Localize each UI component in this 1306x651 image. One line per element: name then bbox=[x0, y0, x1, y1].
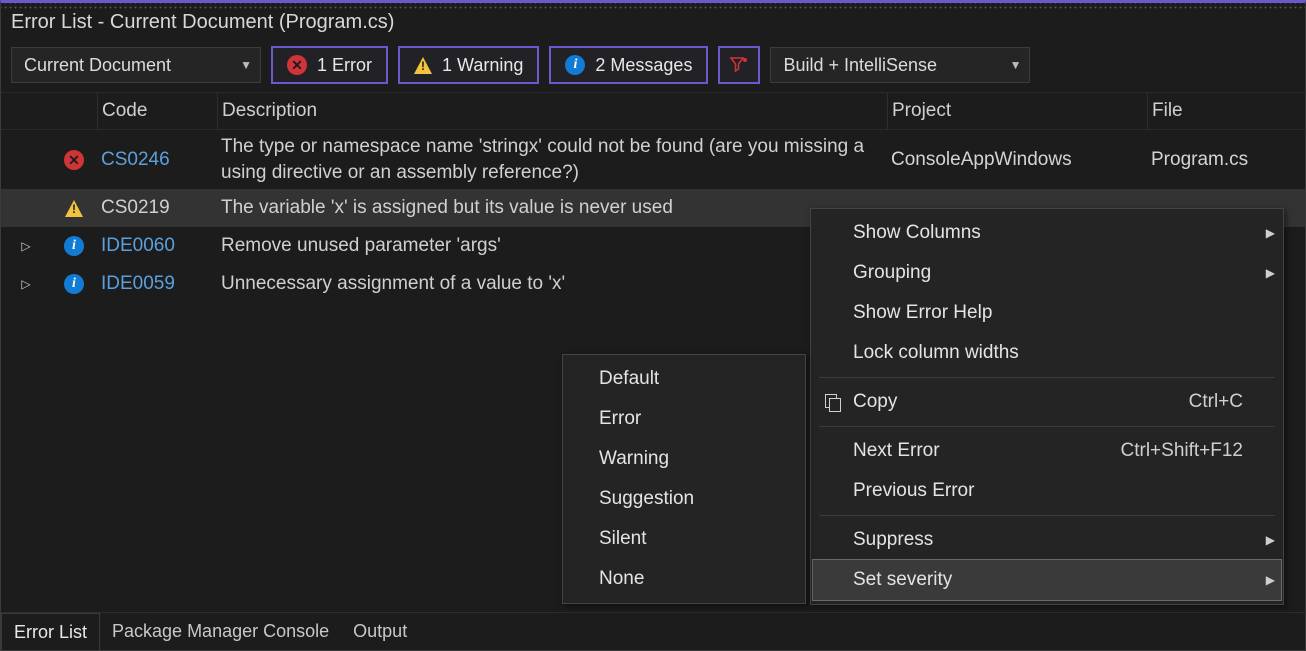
table-header: Code Description Project File bbox=[1, 92, 1305, 130]
menu-item-copy[interactable]: CopyCtrl+C bbox=[813, 382, 1281, 422]
info-icon: i bbox=[51, 236, 97, 256]
chevron-down-icon: ▼ bbox=[1010, 58, 1022, 72]
menu-separator bbox=[819, 515, 1275, 516]
source-combo[interactable]: Build + IntelliSense ▼ bbox=[770, 47, 1030, 83]
copy-icon bbox=[813, 394, 853, 410]
severity-option-none[interactable]: None bbox=[565, 559, 803, 599]
severity-submenu: Default Error Warning Suggestion Silent None bbox=[562, 354, 806, 604]
info-icon: i bbox=[51, 274, 97, 294]
menu-item-label: Show Columns bbox=[853, 222, 1243, 244]
menu-item-set-severity[interactable]: Set severity ▶ bbox=[813, 560, 1281, 600]
row-description: Unnecessary assignment of a value to 'x' bbox=[217, 271, 887, 297]
tab-output[interactable]: Output bbox=[341, 613, 419, 650]
menu-item-lock-column-widths[interactable]: Lock column widths bbox=[813, 333, 1281, 373]
window-title: Error List - Current Document (Program.c… bbox=[1, 9, 1305, 38]
scope-combo-label: Current Document bbox=[24, 55, 171, 76]
menu-item-label: Silent bbox=[599, 528, 797, 550]
tab-error-list[interactable]: Error List bbox=[1, 613, 100, 650]
column-code[interactable]: Code bbox=[97, 93, 217, 129]
severity-option-error[interactable]: Error bbox=[565, 399, 803, 439]
menu-item-next-error[interactable]: Next ErrorCtrl+Shift+F12 bbox=[813, 431, 1281, 471]
messages-filter-label: 2 Messages bbox=[595, 55, 692, 76]
severity-option-suggestion[interactable]: Suggestion bbox=[565, 479, 803, 519]
errors-filter-button[interactable]: ✕ 1 Error bbox=[271, 46, 388, 84]
row-code[interactable]: IDE0060 bbox=[97, 235, 217, 257]
warning-icon bbox=[51, 200, 97, 217]
row-file: Program.cs bbox=[1147, 149, 1306, 171]
menu-item-previous-error[interactable]: Previous Error bbox=[813, 471, 1281, 511]
warnings-filter-label: 1 Warning bbox=[442, 55, 523, 76]
menu-item-shortcut: Ctrl+Shift+F12 bbox=[1121, 440, 1254, 462]
error-icon: ✕ bbox=[51, 150, 97, 170]
menu-item-label: Set severity bbox=[853, 569, 1243, 591]
bottom-tabs: Error List Package Manager Console Outpu… bbox=[1, 612, 1305, 650]
messages-filter-button[interactable]: i 2 Messages bbox=[549, 46, 708, 84]
scope-combo[interactable]: Current Document ▼ bbox=[11, 47, 261, 83]
info-icon: i bbox=[565, 55, 585, 75]
menu-item-label: Suppress bbox=[853, 529, 1243, 551]
row-project: ConsoleAppWindows bbox=[887, 149, 1147, 171]
row-description: The type or namespace name 'stringx' cou… bbox=[217, 134, 887, 185]
error-icon: ✕ bbox=[287, 55, 307, 75]
menu-item-label: Show Error Help bbox=[853, 302, 1243, 324]
row-description: Remove unused parameter 'args' bbox=[217, 233, 887, 259]
context-menu: Show Columns ▶ Grouping ▶ Show Error Help Loc… bbox=[810, 208, 1284, 605]
table-row[interactable]: ✕CS0246The type or namespace name 'strin… bbox=[1, 130, 1305, 189]
warnings-filter-button[interactable]: 1 Warning bbox=[398, 46, 539, 84]
source-combo-label: Build + IntelliSense bbox=[783, 55, 937, 76]
submenu-arrow-icon: ▶ bbox=[1253, 533, 1275, 547]
menu-item-show-columns[interactable]: Show Columns ▶ bbox=[813, 213, 1281, 253]
severity-option-warning[interactable]: Warning bbox=[565, 439, 803, 479]
row-code[interactable]: IDE0059 bbox=[97, 273, 217, 295]
menu-item-label: Default bbox=[599, 368, 797, 390]
tab-package-manager-console[interactable]: Package Manager Console bbox=[100, 613, 341, 650]
menu-item-label: Previous Error bbox=[853, 480, 1243, 502]
column-file[interactable]: File bbox=[1147, 93, 1306, 129]
column-severity[interactable] bbox=[51, 93, 97, 129]
menu-item-label: Lock column widths bbox=[853, 342, 1243, 364]
menu-item-label: None bbox=[599, 568, 797, 590]
chevron-down-icon: ▼ bbox=[240, 58, 252, 72]
filter-button[interactable] bbox=[718, 46, 760, 84]
row-expander[interactable]: ▷ bbox=[1, 277, 51, 291]
row-expander[interactable]: ▷ bbox=[1, 239, 51, 253]
errors-filter-label: 1 Error bbox=[317, 55, 372, 76]
submenu-arrow-icon: ▶ bbox=[1253, 266, 1275, 280]
menu-item-suppress[interactable]: Suppress ▶ bbox=[813, 520, 1281, 560]
menu-item-label: Suggestion bbox=[599, 488, 797, 510]
severity-option-default[interactable]: Default bbox=[565, 359, 803, 399]
column-description[interactable]: Description bbox=[217, 93, 887, 129]
menu-item-grouping[interactable]: Grouping ▶ bbox=[813, 253, 1281, 293]
menu-item-label: Next Error bbox=[853, 440, 1121, 462]
column-expander[interactable] bbox=[1, 93, 51, 129]
menu-item-label: Error bbox=[599, 408, 797, 430]
menu-separator bbox=[819, 377, 1275, 378]
column-project[interactable]: Project bbox=[887, 93, 1147, 129]
toolbar: Current Document ▼ ✕ 1 Error 1 Warning i… bbox=[1, 38, 1305, 92]
row-code[interactable]: CS0219 bbox=[97, 197, 217, 219]
menu-item-show-error-help[interactable]: Show Error Help bbox=[813, 293, 1281, 333]
menu-item-shortcut: Ctrl+C bbox=[1189, 391, 1253, 413]
menu-item-label: Warning bbox=[599, 448, 797, 470]
severity-option-silent[interactable]: Silent bbox=[565, 519, 803, 559]
menu-separator bbox=[819, 426, 1275, 427]
warning-icon bbox=[414, 57, 432, 74]
row-description: The variable 'x' is assigned but its val… bbox=[217, 195, 887, 221]
submenu-arrow-icon: ▶ bbox=[1253, 226, 1275, 240]
submenu-arrow-icon: ▶ bbox=[1253, 573, 1275, 587]
menu-item-label: Grouping bbox=[853, 262, 1243, 284]
row-code[interactable]: CS0246 bbox=[97, 149, 217, 171]
menu-item-label: Copy bbox=[853, 391, 1189, 413]
filter-icon bbox=[729, 55, 749, 75]
